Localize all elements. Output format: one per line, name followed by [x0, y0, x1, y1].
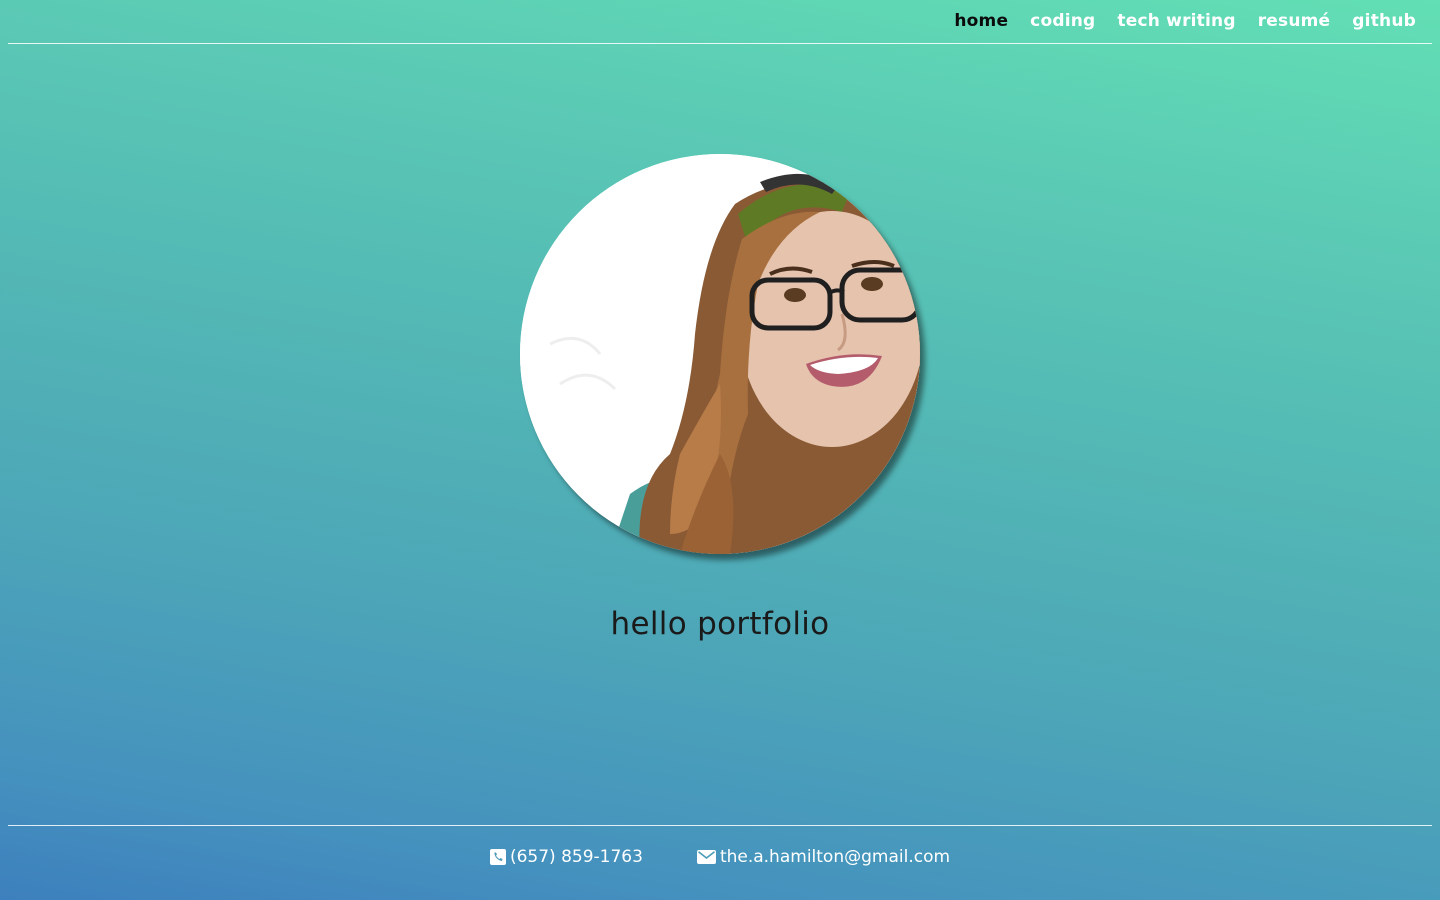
phone-link[interactable]: (657) 859-1763: [489, 847, 643, 867]
portrait-illustration: [520, 154, 920, 554]
nav-link-home[interactable]: home: [954, 11, 1008, 31]
envelope-icon: [696, 850, 716, 864]
main-nav: home coding tech writing resumé github: [954, 0, 1416, 42]
nav-link-coding[interactable]: coding: [1030, 11, 1095, 31]
footer: (657) 859-1763 the.a.hamilton@gmail.com: [0, 840, 1440, 874]
phone-icon: [489, 849, 506, 865]
nav-link-resume[interactable]: resumé: [1258, 11, 1331, 31]
header-divider: [8, 43, 1432, 44]
email-link[interactable]: the.a.hamilton@gmail.com: [696, 847, 951, 867]
avatar: [520, 154, 920, 554]
email-address: the.a.hamilton@gmail.com: [719, 847, 951, 867]
footer-divider: [8, 825, 1432, 826]
phone-number: (657) 859-1763: [509, 847, 643, 867]
nav-link-tech-writing[interactable]: tech writing: [1117, 11, 1235, 31]
page-title: hello portfolio: [610, 606, 830, 642]
nav-link-github[interactable]: github: [1352, 11, 1416, 31]
